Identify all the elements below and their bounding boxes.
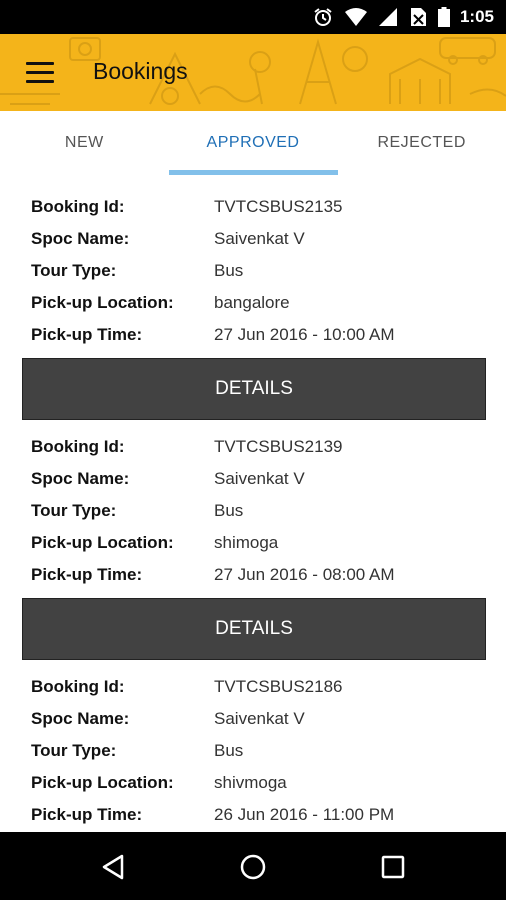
details-button[interactable]: DETAILS: [22, 598, 486, 660]
tour-type-row: Tour Type: Bus: [31, 495, 243, 527]
no-sim-icon: [410, 8, 426, 26]
pickup-location-label: Pick-up Location:: [31, 773, 174, 792]
booking-id-row: Booking Id: TVTCSBUS2186: [31, 671, 343, 703]
home-icon[interactable]: [238, 852, 268, 882]
page-title: Bookings: [93, 58, 188, 84]
spoc-name-row: Spoc Name: Saivenkat V: [31, 463, 305, 495]
booking-card: Booking Id: TVTCSBUS2186 Spoc Name: Saiv…: [0, 655, 506, 832]
pickup-location-row: Pick-up Location: shivmoga: [31, 767, 287, 799]
alarm-icon: [314, 8, 332, 26]
pickup-time-label: Pick-up Time:: [31, 805, 143, 824]
tour-type-value: Bus: [214, 261, 244, 280]
back-icon[interactable]: [98, 852, 128, 882]
tab-new[interactable]: NEW: [0, 111, 169, 175]
spoc-name-value: Saivenkat V: [214, 709, 305, 728]
recents-icon[interactable]: [378, 852, 408, 882]
booking-card: Booking Id: TVTCSBUS2135 Spoc Name: Saiv…: [0, 175, 506, 420]
pickup-location-label: Pick-up Location:: [31, 293, 174, 312]
pickup-location-label: Pick-up Location:: [31, 533, 174, 552]
pickup-time-label: Pick-up Time:: [31, 325, 143, 344]
pickup-time-label: Pick-up Time:: [31, 565, 143, 584]
tour-type-value: Bus: [214, 741, 244, 760]
tour-type-label: Tour Type:: [31, 261, 117, 280]
spoc-name-label: Spoc Name:: [31, 469, 130, 488]
spoc-name-label: Spoc Name:: [31, 229, 130, 248]
pickup-time-value: 26 Jun 2016 - 11:00 PM: [214, 805, 395, 824]
battery-icon: [437, 7, 450, 27]
app-bar: Bookings: [0, 34, 506, 111]
booking-list[interactable]: Booking Id: TVTCSBUS2135 Spoc Name: Saiv…: [0, 175, 506, 832]
booking-id-value: TVTCSBUS2135: [214, 197, 343, 216]
booking-id-row: Booking Id: TVTCSBUS2135: [31, 191, 343, 223]
booking-id-label: Booking Id:: [31, 197, 125, 216]
navigation-bar: [0, 832, 506, 900]
signal-icon: [378, 8, 397, 26]
tab-rejected[interactable]: REJECTED: [337, 111, 506, 175]
booking-id-value: TVTCSBUS2139: [214, 437, 343, 456]
status-time: 1:05: [459, 7, 494, 26]
pickup-location-value: shivmoga: [214, 773, 287, 792]
details-button[interactable]: DETAILS: [22, 358, 486, 420]
status-bar: 1:05: [0, 0, 506, 34]
spoc-name-row: Spoc Name: Saivenkat V: [31, 223, 305, 255]
tab-bar: NEW APPROVED REJECTED: [0, 111, 506, 175]
tour-type-row: Tour Type: Bus: [31, 255, 243, 287]
pickup-location-value: bangalore: [214, 293, 290, 312]
tour-type-value: Bus: [214, 501, 244, 520]
tour-type-label: Tour Type:: [31, 741, 117, 760]
pickup-location-row: Pick-up Location: shimoga: [31, 527, 278, 559]
booking-id-label: Booking Id:: [31, 677, 125, 696]
spoc-name-value: Saivenkat V: [214, 469, 305, 488]
spoc-name-label: Spoc Name:: [31, 709, 130, 728]
booking-id-label: Booking Id:: [31, 437, 125, 456]
booking-id-value: TVTCSBUS2186: [214, 677, 343, 696]
tour-type-label: Tour Type:: [31, 501, 117, 520]
booking-id-row: Booking Id: TVTCSBUS2139: [31, 431, 343, 463]
pickup-time-row: Pick-up Time: 27 Jun 2016 - 10:00 AM: [31, 319, 395, 351]
booking-card: Booking Id: TVTCSBUS2139 Spoc Name: Saiv…: [0, 415, 506, 660]
tour-type-row: Tour Type: Bus: [31, 735, 243, 767]
travel-pattern-background: [0, 37, 506, 105]
pickup-location-row: Pick-up Location: bangalore: [31, 287, 290, 319]
wifi-icon: [344, 8, 367, 26]
pickup-time-row: Pick-up Time: 27 Jun 2016 - 08:00 AM: [31, 559, 395, 591]
menu-icon[interactable]: [26, 62, 54, 84]
pickup-location-value: shimoga: [214, 533, 279, 552]
tab-approved[interactable]: APPROVED: [169, 111, 338, 175]
pickup-time-value: 27 Jun 2016 - 10:00 AM: [214, 325, 395, 344]
pickup-time-value: 27 Jun 2016 - 08:00 AM: [214, 565, 395, 584]
status-icons: 1:05: [312, 0, 494, 34]
pickup-time-row: Pick-up Time: 26 Jun 2016 - 11:00 PM: [31, 799, 394, 831]
spoc-name-value: Saivenkat V: [214, 229, 305, 248]
spoc-name-row: Spoc Name: Saivenkat V: [31, 703, 305, 735]
